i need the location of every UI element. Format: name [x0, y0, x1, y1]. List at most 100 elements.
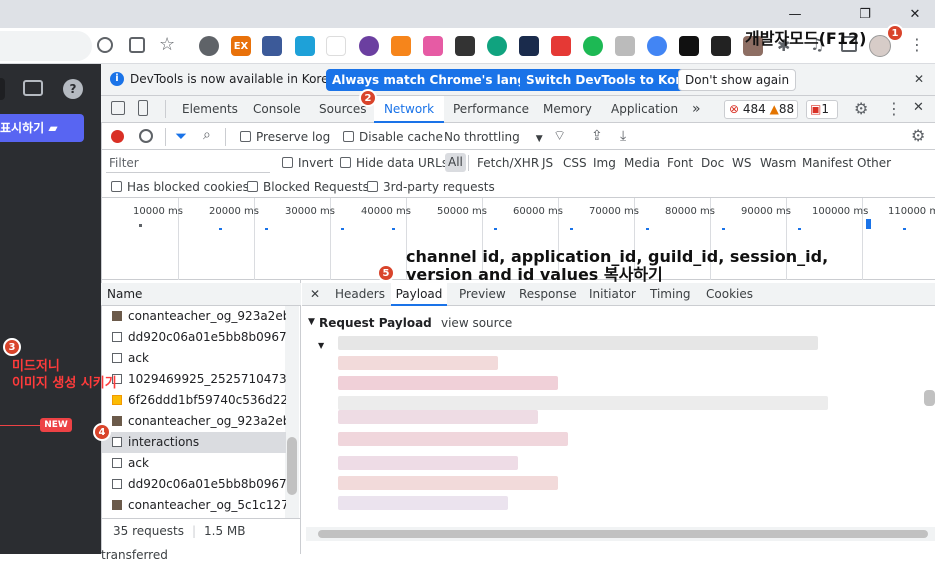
detail-tab-response[interactable]: Response: [519, 283, 577, 306]
expand-triangle-icon[interactable]: ▼: [308, 317, 315, 327]
browser-menu-icon[interactable]: ⋮: [909, 35, 925, 54]
name-column-header[interactable]: Name: [101, 283, 301, 306]
filter-input[interactable]: Filter: [106, 153, 270, 173]
tab-application[interactable]: Application: [611, 96, 678, 123]
restore-button[interactable]: ❐: [845, 0, 885, 28]
issues-counter[interactable]: ▣1: [806, 100, 838, 119]
invert-checkbox[interactable]: Invert: [282, 156, 333, 170]
extension-icon[interactable]: [647, 36, 667, 56]
extension-icon[interactable]: [359, 36, 379, 56]
type-filter-ws[interactable]: WS: [732, 156, 751, 170]
type-filter-wasm[interactable]: Wasm: [760, 156, 796, 170]
performance-icon[interactable]: [97, 37, 113, 53]
type-filter-manifest[interactable]: Manifest: [802, 156, 853, 170]
checkbox[interactable]: [240, 131, 251, 142]
checkbox[interactable]: [111, 181, 122, 192]
expand-triangle-icon[interactable]: ▼: [318, 341, 324, 350]
extension-icon[interactable]: [551, 36, 571, 56]
inspect-element-icon[interactable]: [111, 101, 125, 115]
checkbox[interactable]: [282, 157, 293, 168]
detail-tab-headers[interactable]: Headers: [335, 283, 385, 306]
type-filter-other[interactable]: Other: [857, 156, 891, 170]
share-icon[interactable]: [129, 37, 145, 53]
throttling-select[interactable]: No throttling ▼: [444, 130, 543, 144]
scrollbar-thumb[interactable]: [287, 437, 297, 495]
record-icon[interactable]: [111, 130, 124, 143]
import-har-icon[interactable]: ⇪: [591, 128, 603, 144]
infobar-close-icon[interactable]: ✕: [914, 72, 924, 86]
page-input[interactable]: [0, 78, 5, 100]
request-row[interactable]: conanteacher_og_5c1c127d-c: [102, 495, 286, 516]
dont-show-again-button[interactable]: Don't show again: [678, 69, 797, 91]
request-row[interactable]: 1029469925_25257104730729: [102, 369, 286, 390]
extension-icon[interactable]: [455, 36, 475, 56]
device-toolbar-icon[interactable]: [138, 100, 148, 116]
extension-icon[interactable]: [615, 36, 635, 56]
close-window-button[interactable]: ✕: [895, 0, 935, 28]
view-source-link[interactable]: view source: [441, 316, 512, 330]
tab-network[interactable]: Network: [374, 96, 444, 123]
extension-icon[interactable]: [423, 36, 443, 56]
extension-icon[interactable]: [326, 36, 346, 56]
request-row[interactable]: 6f26ddd1bf59740c536d2274b: [102, 390, 286, 411]
tab-performance[interactable]: Performance: [453, 96, 529, 123]
search-icon[interactable]: ⌕: [203, 127, 211, 143]
type-filter-font[interactable]: Font: [667, 156, 693, 170]
blocked-requests-checkbox[interactable]: Blocked Requests: [247, 180, 369, 194]
extension-icon[interactable]: [295, 36, 315, 56]
has-blocked-cookies-checkbox[interactable]: Has blocked cookies: [111, 180, 249, 194]
request-row-selected[interactable]: interactions: [102, 432, 286, 453]
third-party-checkbox[interactable]: 3rd-party requests: [367, 180, 495, 194]
detail-vertical-scroll-thumb[interactable]: [924, 390, 935, 406]
network-settings-icon[interactable]: ⚙: [911, 126, 925, 145]
network-conditions-icon[interactable]: ⌔: [553, 127, 566, 145]
extension-icon[interactable]: [519, 36, 539, 56]
request-row[interactable]: ack: [102, 348, 286, 369]
request-row[interactable]: conanteacher_og_923a2eb0-2: [102, 306, 286, 327]
type-filter-doc[interactable]: Doc: [701, 156, 724, 170]
type-filter-img[interactable]: Img: [593, 156, 616, 170]
extension-icon[interactable]: [583, 36, 603, 56]
detail-tab-cookies[interactable]: Cookies: [706, 283, 753, 306]
tab-elements[interactable]: Elements: [182, 96, 238, 123]
checkbox[interactable]: [340, 157, 351, 168]
address-bar[interactable]: [0, 31, 92, 61]
request-row[interactable]: ack: [102, 453, 286, 474]
close-detail-icon[interactable]: ✕: [310, 283, 320, 306]
bookmark-star-icon[interactable]: ☆: [159, 34, 175, 55]
help-icon[interactable]: ?: [63, 79, 83, 99]
checkbox[interactable]: [247, 181, 258, 192]
grid-icon[interactable]: [711, 36, 731, 56]
type-filter-js[interactable]: JS: [542, 156, 553, 170]
page-action-button[interactable]: 표시하기 ▰: [0, 114, 84, 142]
chatgpt-icon[interactable]: [487, 36, 507, 56]
type-filter-media[interactable]: Media: [624, 156, 660, 170]
hide-data-urls-checkbox[interactable]: Hide data URLs: [340, 156, 448, 170]
type-filter-all[interactable]: All: [445, 153, 466, 172]
checkbox[interactable]: [367, 181, 378, 192]
request-row[interactable]: conanteacher_og_923a2eb0-2: [102, 411, 286, 432]
preserve-log-checkbox[interactable]: Preserve log: [240, 130, 330, 144]
type-filter-css[interactable]: CSS: [563, 156, 587, 170]
close-devtools-icon[interactable]: ✕: [913, 100, 924, 115]
detail-tab-initiator[interactable]: Initiator: [589, 283, 636, 306]
detail-tab-payload[interactable]: Payload: [391, 283, 447, 306]
metamask-icon[interactable]: [391, 36, 411, 56]
horizontal-scrollbar-thumb[interactable]: [318, 530, 928, 538]
extension-icon[interactable]: [679, 36, 699, 56]
inbox-icon[interactable]: [23, 80, 43, 96]
request-row[interactable]: dd920c06a01e5bb8b0967858: [102, 327, 286, 348]
disable-cache-checkbox[interactable]: Disable cache: [343, 130, 443, 144]
request-row[interactable]: dd920c06a01e5bb8b0967858: [102, 474, 286, 495]
detail-tab-timing[interactable]: Timing: [650, 283, 691, 306]
checkbox[interactable]: [343, 131, 354, 142]
clear-icon[interactable]: [139, 129, 153, 143]
detail-tab-preview[interactable]: Preview: [459, 283, 506, 306]
ex-extension-icon[interactable]: EX: [231, 36, 251, 56]
extension-icon[interactable]: [262, 36, 282, 56]
filter-icon[interactable]: ⏷: [175, 127, 187, 145]
type-filter-fetch-xhr[interactable]: Fetch/XHR: [477, 156, 539, 170]
settings-gear-icon[interactable]: ⚙: [854, 99, 868, 118]
more-tabs-button[interactable]: »: [692, 96, 701, 123]
tab-memory[interactable]: Memory: [543, 96, 592, 123]
